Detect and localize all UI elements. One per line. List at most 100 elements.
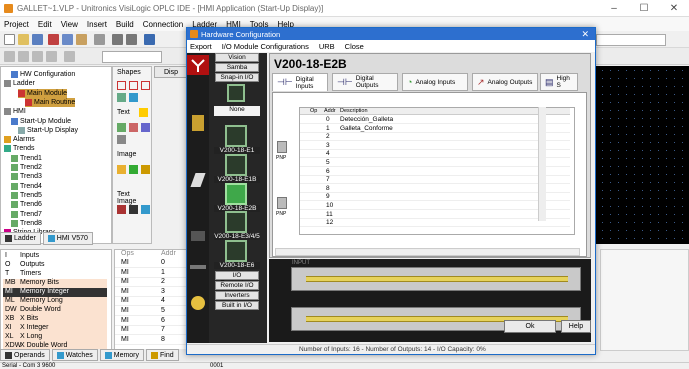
help-button[interactable]: Help xyxy=(561,320,591,333)
io-table-row[interactable]: 6 xyxy=(300,168,570,176)
bottom-tab-operands[interactable]: Operands xyxy=(0,349,50,361)
side-button-vision[interactable]: Vision xyxy=(215,53,259,62)
operand-item[interactable]: XB X Bits xyxy=(3,315,107,324)
operand-item[interactable]: O Outputs xyxy=(3,261,107,270)
save-icon[interactable] xyxy=(32,34,43,45)
io-description[interactable]: Galleta_Conforme xyxy=(340,125,393,132)
numeric-icon[interactable] xyxy=(117,135,126,144)
align-right-icon[interactable] xyxy=(18,51,29,62)
operand-item[interactable]: T Timers xyxy=(3,270,107,279)
combo-icon[interactable] xyxy=(141,205,150,214)
tree-item[interactable]: Trends xyxy=(4,144,35,153)
module-option[interactable]: V200-18-E1 xyxy=(214,147,260,154)
operand-item[interactable]: DW Double Word xyxy=(3,306,107,315)
close-icon[interactable]: ✕ xyxy=(659,0,689,17)
tree-tab-hmi[interactable]: HMI V570 xyxy=(42,232,93,245)
io-table-row[interactable]: 12 xyxy=(300,219,570,228)
io-tab[interactable]: ▤ High S xyxy=(540,73,578,91)
io-table-row[interactable]: 3 xyxy=(300,142,570,150)
redo-icon[interactable] xyxy=(126,34,137,45)
io-description[interactable]: Detección_Galleta xyxy=(340,116,393,123)
open-folder-icon[interactable] xyxy=(18,34,29,45)
align-left-icon[interactable] xyxy=(4,51,15,62)
menu-insert[interactable]: Insert xyxy=(87,20,107,29)
tree-item[interactable]: Trend4 xyxy=(11,182,42,191)
bar-graph-icon[interactable] xyxy=(117,123,126,132)
operand-item[interactable]: MI Memory Integer xyxy=(3,288,107,297)
table-row[interactable]: MI 5 xyxy=(115,307,194,316)
new-file-icon[interactable] xyxy=(4,34,15,45)
io-table-row[interactable]: 9 xyxy=(300,193,570,202)
module-image-icon[interactable] xyxy=(225,240,247,262)
text-list-icon[interactable] xyxy=(117,205,126,214)
io-table-row[interactable]: 7 xyxy=(300,176,570,185)
bottom-tab-watches[interactable]: Watches xyxy=(51,349,98,361)
tree-item[interactable]: Trend7 xyxy=(11,210,42,219)
gauge-icon[interactable] xyxy=(129,123,138,132)
animation-icon[interactable] xyxy=(129,165,138,174)
menu-edit[interactable]: Edit xyxy=(38,20,52,29)
tree-item[interactable]: Main Routine xyxy=(25,97,76,107)
grid-icon[interactable] xyxy=(64,51,75,62)
module-option[interactable]: None xyxy=(214,106,260,116)
io-table-row[interactable]: 1 Galleta_Conforme xyxy=(300,125,570,133)
table-row[interactable]: MI 4 xyxy=(115,297,194,307)
align-top-icon[interactable] xyxy=(32,51,43,62)
image-list-icon[interactable] xyxy=(129,205,138,214)
table-row[interactable]: MI 2 xyxy=(115,278,194,288)
io-horizontal-scrollbar[interactable] xyxy=(275,248,580,256)
io-tab[interactable]: ⊣⊢ Digital Outputs xyxy=(332,73,398,91)
menu-project[interactable]: Project xyxy=(4,20,29,29)
module-image-icon[interactable] xyxy=(225,211,247,233)
tree-item[interactable]: Start-Up Display xyxy=(18,126,78,135)
rectangle-shape-icon[interactable] xyxy=(117,81,126,90)
binary-image-icon[interactable] xyxy=(141,165,150,174)
io-vertical-scrollbar[interactable] xyxy=(538,107,546,221)
io-table-row[interactable]: 2 xyxy=(300,133,570,142)
delete-icon[interactable] xyxy=(94,34,105,45)
tree-item[interactable]: Trend8 xyxy=(11,219,42,228)
dialog-close-icon[interactable]: ✕ xyxy=(581,28,589,40)
module-option[interactable]: V200-18-E3/4/5 xyxy=(214,233,260,240)
menu-connection[interactable]: Connection xyxy=(143,20,183,29)
io-table-row[interactable]: 0 Detección_Galleta xyxy=(300,116,570,124)
module-option[interactable]: V200-18-E1B xyxy=(214,176,260,183)
side-button-snap-in-i-o[interactable]: Snap-in I/O xyxy=(215,73,259,82)
toolbar-dropdown[interactable] xyxy=(596,34,666,46)
table-row[interactable]: MI 7 xyxy=(115,326,194,336)
io-tab[interactable]: ◔ Analog Inputs xyxy=(402,73,468,91)
io-tab[interactable]: ⊣⊢ Digital Inputs xyxy=(272,73,328,91)
dialog-menu-item[interactable]: URB xyxy=(319,42,335,51)
tree-item[interactable]: Ladder xyxy=(4,79,35,88)
module-image-icon[interactable] xyxy=(225,183,247,205)
side-button-samba[interactable]: Samba xyxy=(215,63,259,72)
meter-icon[interactable] xyxy=(141,123,150,132)
module-image-icon[interactable] xyxy=(225,125,247,147)
io-table-row[interactable]: 8 xyxy=(300,185,570,193)
tree-item[interactable]: HMI xyxy=(4,107,26,116)
tree-item[interactable]: Trend6 xyxy=(11,200,42,209)
operand-item[interactable]: I Inputs xyxy=(3,252,107,261)
tree-item[interactable]: Trend2 xyxy=(11,163,42,172)
tree-item[interactable]: Alarms xyxy=(4,135,35,144)
table-row[interactable]: MI 6 xyxy=(115,317,194,326)
undo-icon[interactable] xyxy=(112,34,123,45)
align-bottom-icon[interactable] xyxy=(46,51,57,62)
display-tab[interactable]: Disp xyxy=(154,66,190,78)
dialog-menu-item[interactable]: I/O Module Configurations xyxy=(222,42,309,51)
operand-item[interactable]: XL X Long xyxy=(3,333,107,342)
io-table-row[interactable]: 5 xyxy=(300,159,570,167)
side-button-inverters[interactable]: Inverters xyxy=(215,291,259,300)
io-table-row[interactable]: 4 xyxy=(300,150,570,159)
side-button-built-in-i-o[interactable]: Built in I/O xyxy=(215,301,259,310)
minimize-icon[interactable]: – xyxy=(599,0,629,17)
paste-icon[interactable] xyxy=(76,34,87,45)
tree-tab-ladder[interactable]: Ladder xyxy=(0,232,41,245)
zoom-icon[interactable] xyxy=(144,34,155,45)
menu-build[interactable]: Build xyxy=(116,20,134,29)
text-tool-icon[interactable] xyxy=(139,108,148,117)
tree-item[interactable]: Trend5 xyxy=(11,191,42,200)
copy-icon[interactable] xyxy=(62,34,73,45)
io-table-row[interactable]: 11 xyxy=(300,211,570,219)
zoom-dropdown[interactable] xyxy=(102,51,162,63)
